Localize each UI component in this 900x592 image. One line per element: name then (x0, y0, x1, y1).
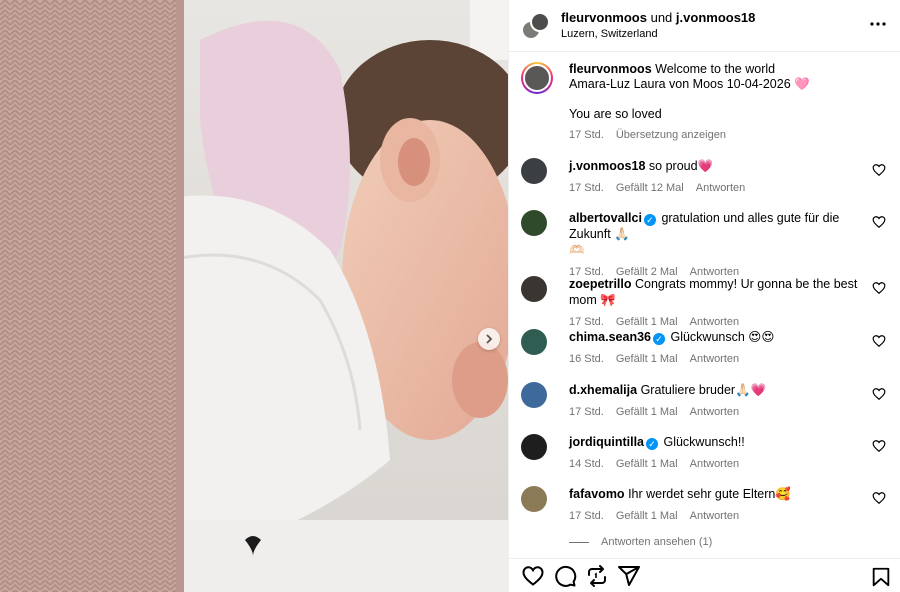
comment-text: Glückwunsch 😍😍 (670, 330, 775, 344)
comment-item: fafavomo Ihr werdet sehr gute Eltern🥰 17… (521, 486, 888, 524)
repost-icon[interactable] (585, 564, 609, 588)
comment-username[interactable]: jordiquintilla (569, 435, 644, 449)
verified-icon: ✓ (646, 438, 658, 450)
caption-text-line3: You are so loved (569, 107, 662, 121)
comment-icon[interactable] (553, 564, 577, 588)
view-replies-label: Antworten ansehen (1) (601, 536, 713, 548)
author-username[interactable]: fleurvonmoos (561, 10, 647, 25)
reply-button[interactable]: Antworten (690, 406, 740, 418)
reply-button[interactable]: Antworten (690, 510, 740, 522)
more-options-button[interactable] (868, 14, 888, 34)
caption-username[interactable]: fleurvonmoos (569, 62, 652, 76)
avatar[interactable] (521, 158, 547, 184)
post-panel: fleurvonmoos und j.vonmoos18 Luzern, Swi… (508, 0, 900, 592)
comment-username[interactable]: zoepetrillo (569, 277, 632, 291)
comment-likes[interactable]: Gefällt 1 Mal (616, 316, 678, 328)
caption-text-line2: Amara-Luz Laura von Moos 10-04-2026 🩷 (569, 77, 810, 91)
comment-username[interactable]: d.xhemalija (569, 383, 637, 397)
comment-time: 17 Std. (569, 510, 604, 522)
comment-likes[interactable]: Gefällt 1 Mal (616, 353, 678, 365)
heart-icon[interactable] (872, 387, 886, 401)
comment-item: jordiquintilla ✓ Glückwunsch!! 14 Std. Gef… (521, 434, 888, 472)
comment-item: zoepetrillo Congrats mommy! Ur gonna be … (521, 276, 888, 330)
comment-likes[interactable]: Gefällt 12 Mal (616, 182, 684, 194)
comment-username[interactable]: j.vonmoos18 (569, 159, 645, 173)
avatar[interactable] (521, 210, 547, 236)
comment-time: 17 Std. (569, 406, 604, 418)
comment-item: albertovallci ✓ gratulation und alles gut… (521, 210, 888, 280)
comment-text: so proud💗 (648, 159, 714, 173)
bookmark-icon[interactable] (870, 566, 892, 588)
comment-username[interactable]: chima.sean36 (569, 330, 651, 344)
translate-link[interactable]: Übersetzung anzeigen (616, 129, 726, 141)
post-caption: fleurvonmoos Welcome to the world Amara-… (521, 62, 884, 143)
post-photo[interactable] (0, 0, 508, 592)
share-icon[interactable] (617, 564, 641, 588)
view-replies-button[interactable]: Antworten ansehen (1) (569, 536, 712, 548)
avatar[interactable] (521, 382, 547, 408)
heart-icon[interactable] (872, 334, 886, 348)
heart-icon[interactable] (872, 215, 886, 229)
heart-icon[interactable] (872, 281, 886, 295)
avatar[interactable] (521, 276, 547, 302)
comment-item: chima.sean36 ✓ Glückwunsch 😍😍 16 Std. Gefä… (521, 329, 888, 367)
verified-icon: ✓ (653, 333, 665, 345)
comment-text: Gratuliere bruder🙏🏻💗 (640, 383, 767, 397)
reply-button[interactable]: Antworten (696, 182, 746, 194)
comment-time: 17 Std. (569, 182, 604, 194)
newborn-photo (0, 0, 508, 592)
avatar[interactable] (521, 434, 547, 460)
avatar[interactable] (521, 486, 547, 512)
comment-time: 16 Std. (569, 353, 604, 365)
collab-avatars[interactable] (521, 11, 550, 40)
heart-icon[interactable] (872, 163, 886, 177)
location-link[interactable]: Luzern, Switzerland (561, 26, 755, 42)
comment-item: d.xhemalija Gratuliere bruder🙏🏻💗 17 Std.… (521, 382, 888, 420)
heart-icon[interactable] (872, 491, 886, 505)
divider (569, 541, 589, 543)
heart-icon[interactable] (872, 439, 886, 453)
comment-time: 14 Std. (569, 458, 604, 470)
comment-item: j.vonmoos18 so proud💗 17 Std. Gefällt 12 … (521, 158, 888, 196)
avatar[interactable] (530, 11, 550, 32)
caption-text: Welcome to the world (655, 62, 776, 76)
avatar[interactable] (521, 329, 547, 355)
more-icon (870, 22, 886, 26)
caption-time: 17 Std. (569, 129, 604, 141)
next-image-button[interactable] (478, 328, 500, 350)
comment-username[interactable]: fafavomo (569, 487, 625, 501)
comment-likes[interactable]: Gefällt 1 Mal (616, 406, 678, 418)
comment-likes[interactable]: Gefällt 1 Mal (616, 510, 678, 522)
collab-joiner: und (650, 9, 673, 25)
collab-username[interactable]: j.vonmoos18 (676, 10, 755, 25)
author-avatar[interactable] (521, 62, 553, 94)
reply-button[interactable]: Antworten (690, 353, 740, 365)
heart-icon[interactable] (521, 564, 545, 588)
comment-time: 17 Std. (569, 316, 604, 328)
verified-icon: ✓ (643, 214, 656, 226)
comment-likes[interactable]: Gefällt 1 Mal (616, 458, 678, 470)
chevron-right-icon (486, 334, 493, 344)
comment-text-cont: 🫶🏻 (569, 243, 585, 257)
comment-text: Glückwunsch!! (663, 435, 745, 449)
action-bar (509, 558, 900, 592)
reply-button[interactable]: Antworten (690, 316, 740, 328)
post-header: fleurvonmoos und j.vonmoos18 Luzern, Swi… (509, 0, 900, 52)
reply-button[interactable]: Antworten (690, 458, 740, 470)
comment-text: Ihr werdet sehr gute Eltern🥰 (628, 487, 791, 501)
comment-username[interactable]: albertovallci (569, 211, 642, 225)
